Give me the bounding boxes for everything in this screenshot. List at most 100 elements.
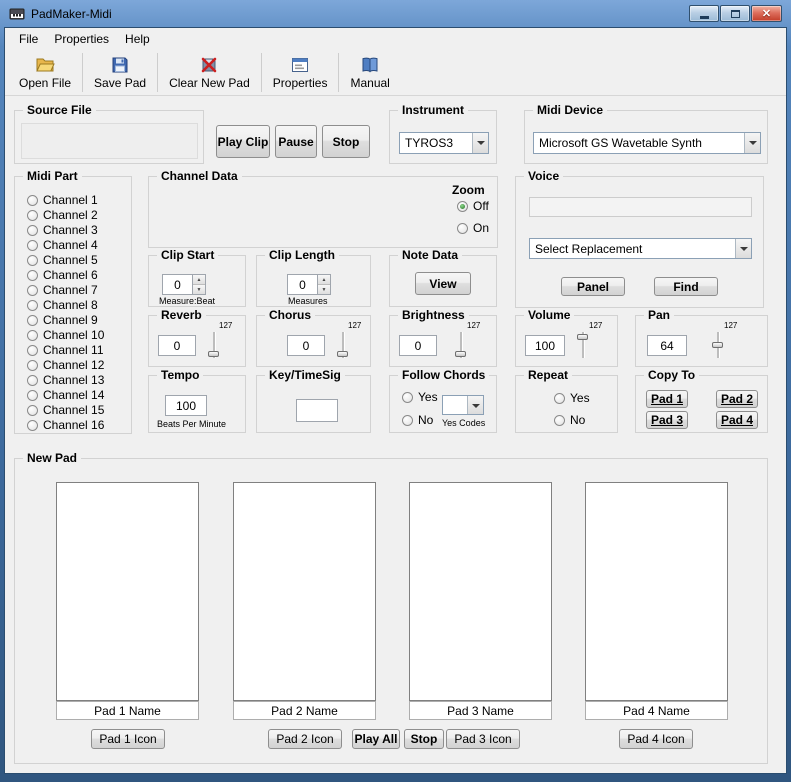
toolbar-save-pad-button[interactable]: Save Pad [85,50,155,95]
brightness-input[interactable] [399,335,437,356]
channel-1-radio[interactable]: Channel 1 [27,193,98,207]
channel-6-radio[interactable]: Channel 6 [27,268,98,282]
channel-9-radio[interactable]: Channel 9 [27,313,98,327]
reverb-input[interactable] [158,335,196,356]
toolbar-manual-button[interactable]: Manual [341,50,398,95]
copy-to-pad-1-button[interactable]: Pad 1 [646,390,688,408]
pad-3-name-input[interactable] [409,701,552,720]
pad-2-listbox[interactable] [233,482,376,701]
pad-1-icon-button[interactable]: Pad 1 Icon [91,729,165,749]
toolbar-clear-new-pad-button[interactable]: Clear New Pad [160,50,259,95]
clip-length-spinner[interactable]: ▲ ▼ [287,274,331,295]
brightness-slider[interactable] [454,331,468,359]
voice-replacement-select[interactable]: Select Replacement [529,238,752,259]
toolbar-open-file-button[interactable]: Open File [10,50,80,95]
channel-7-radio[interactable]: Channel 7 [27,283,98,297]
menu-help[interactable]: Help [117,29,158,49]
channel-15-radio[interactable]: Channel 15 [27,403,104,417]
chevron-down-icon[interactable] [472,133,488,153]
copy-to-pad-3-button[interactable]: Pad 3 [646,411,688,429]
copy-to-pad-4-button[interactable]: Pad 4 [716,411,758,429]
channel-2-radio[interactable]: Channel 2 [27,208,98,222]
follow-chords-no-radio[interactable]: No [402,413,433,427]
channel-4-label: Channel 4 [43,238,98,252]
chorus-slider[interactable] [336,331,350,359]
pan-slider[interactable] [711,331,725,359]
channel-16-radio[interactable]: Channel 16 [27,418,104,432]
play-clip-button[interactable]: Play Clip [216,125,270,158]
channel-8-radio[interactable]: Channel 8 [27,298,98,312]
slider-thumb[interactable] [337,351,348,357]
key-timesig-input[interactable] [296,399,338,422]
menu-properties[interactable]: Properties [46,29,117,49]
clip-length-input[interactable] [287,274,317,295]
pad-3-icon-button[interactable]: Pad 3 Icon [446,729,520,749]
channel-13-radio[interactable]: Channel 13 [27,373,104,387]
pad-3-listbox[interactable] [409,482,552,701]
repeat-yes-radio[interactable]: Yes [554,391,590,405]
play-all-button[interactable]: Play All [352,729,400,749]
pad-2-icon-button[interactable]: Pad 2 Icon [268,729,342,749]
volume-input[interactable] [525,335,565,356]
view-button[interactable]: View [415,272,471,295]
instrument-select[interactable]: TYROS3 [399,132,489,154]
follow-chords-select[interactable] [442,395,484,415]
reverb-slider[interactable] [207,331,221,359]
slider-thumb[interactable] [712,342,723,348]
channel-10-radio[interactable]: Channel 10 [27,328,104,342]
zoom-on-radio[interactable]: On [457,221,489,235]
pan-input[interactable] [647,335,687,356]
pad-2-name-input[interactable] [233,701,376,720]
pad-4-listbox[interactable] [585,482,728,701]
slider-thumb[interactable] [577,334,588,340]
voice-field[interactable] [529,197,752,217]
slider-thumb[interactable] [208,351,219,357]
copy-to-pad-2-button[interactable]: Pad 2 [716,390,758,408]
channel-4-radio[interactable]: Channel 4 [27,238,98,252]
maximize-button[interactable] [720,5,750,22]
manual-book-icon [360,55,380,75]
stop-button[interactable]: Stop [322,125,370,158]
find-button[interactable]: Find [654,277,718,296]
spin-up-icon[interactable]: ▲ [193,275,205,285]
channel-14-radio[interactable]: Channel 14 [27,388,104,402]
pause-button[interactable]: Pause [275,125,317,158]
radio-dot [402,391,413,403]
zoom-off-radio[interactable]: Off [457,199,489,213]
pad-1-listbox[interactable] [56,482,199,701]
chevron-down-icon[interactable] [744,133,760,153]
channel-11-radio[interactable]: Channel 11 [27,343,104,357]
channel-5-label: Channel 5 [43,253,98,267]
clip-start-input[interactable] [162,274,192,295]
chevron-down-icon[interactable] [735,239,751,258]
clip-start-spinner[interactable]: ▲ ▼ [162,274,206,295]
pad-1-name-input[interactable] [56,701,199,720]
channel-3-radio[interactable]: Channel 3 [27,223,98,237]
repeat-no-radio[interactable]: No [554,413,585,427]
menu-file[interactable]: File [11,29,46,49]
tempo-input[interactable] [165,395,207,416]
follow-chords-yes-radio[interactable]: Yes [402,390,438,404]
channel-12-radio[interactable]: Channel 12 [27,358,104,372]
slider-thumb[interactable] [455,351,466,357]
chevron-down-icon[interactable] [467,396,483,414]
follow-chords-label: Follow Chords [398,368,490,382]
copy-to-label: Copy To [644,368,700,382]
menu-bar: File Properties Help [5,28,786,50]
channel-5-radio[interactable]: Channel 5 [27,253,98,267]
chorus-input[interactable] [287,335,325,356]
panel-button[interactable]: Panel [561,277,625,296]
pad-4-icon-button[interactable]: Pad 4 Icon [619,729,693,749]
volume-slider[interactable] [576,331,590,359]
pads-stop-button[interactable]: Stop [404,729,444,749]
toolbar-properties-button[interactable]: Properties [264,50,337,95]
instrument-label: Instrument [398,103,469,117]
spin-down-icon[interactable]: ▼ [193,285,205,294]
close-button[interactable]: ✕ [751,5,782,22]
title-bar[interactable]: PadMaker-Midi ✕ [0,0,791,27]
spin-up-icon[interactable]: ▲ [318,275,330,285]
pad-4-name-input[interactable] [585,701,728,720]
midi-device-select[interactable]: Microsoft GS Wavetable Synth [533,132,761,154]
minimize-button[interactable] [689,5,719,22]
spin-down-icon[interactable]: ▼ [318,285,330,294]
